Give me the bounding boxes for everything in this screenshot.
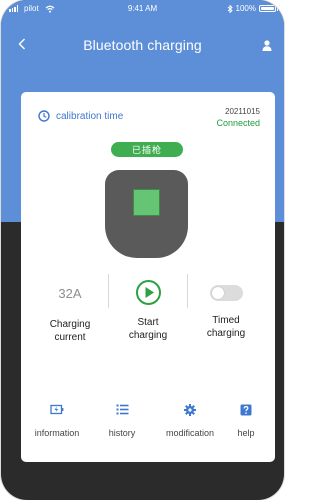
charging-controls: 32A Charging current Start charging Time… — [21, 270, 275, 350]
tab-history[interactable]: history — [90, 404, 154, 438]
timed-charging-label: Timed charging — [206, 315, 246, 339]
calibration-time[interactable]: calibration time — [38, 110, 123, 122]
start-charging-label: Start charging — [128, 317, 168, 341]
battery-info-icon — [25, 404, 89, 418]
start-charging-control[interactable]: Start charging — [109, 270, 187, 342]
user-icon — [262, 39, 272, 51]
user-button[interactable] — [258, 36, 276, 54]
battery-percent: 100% — [235, 4, 256, 13]
list-icon — [90, 404, 154, 418]
calibration-date: 20211015 — [225, 107, 260, 116]
status-right: 100% — [227, 4, 278, 13]
play-icon — [135, 280, 161, 305]
timed-charging-control[interactable]: Timed charging — [187, 270, 265, 340]
status-bar: pilot 9:41 AM 100% — [1, 0, 284, 18]
tab-history-label: history — [108, 428, 136, 438]
charging-current-label: Charging current — [49, 319, 91, 343]
tab-help-label: help — [237, 428, 255, 438]
bottom-tabs: information history modification help — [21, 404, 275, 448]
toggle-knob — [211, 287, 224, 299]
tab-modification-label: modification — [165, 428, 215, 438]
timed-charging-toggle-wrap — [187, 285, 265, 301]
clock-icon — [38, 110, 50, 122]
timed-charging-toggle[interactable] — [209, 285, 243, 301]
charger-icon — [105, 170, 188, 258]
tab-information-label: information — [34, 428, 80, 438]
bluetooth-icon — [227, 4, 233, 13]
page-title: Bluetooth charging — [83, 37, 202, 53]
charging-card: calibration time 20211015 Connected 已插枪 … — [21, 92, 275, 462]
calibration-label: calibration time — [56, 110, 124, 122]
battery-fill — [261, 7, 274, 10]
start-charging-button[interactable] — [109, 279, 187, 307]
nav-bar: Bluetooth charging — [1, 32, 284, 60]
gear-icon — [158, 404, 222, 418]
tab-modification[interactable]: modification — [158, 404, 222, 438]
tab-information[interactable]: information — [25, 404, 89, 438]
help-icon — [214, 404, 278, 418]
connection-status: Connected — [216, 118, 260, 128]
battery-icon — [259, 5, 278, 12]
plug-status-badge: 已插枪 — [111, 142, 183, 157]
tab-help[interactable]: help — [214, 404, 278, 438]
charging-current-control[interactable]: 32A Charging current — [31, 270, 109, 344]
current-value: 32A — [58, 286, 82, 301]
charger-screen — [133, 189, 160, 216]
phone-frame: pilot 9:41 AM 100% Bluetooth charging ca… — [1, 0, 284, 500]
